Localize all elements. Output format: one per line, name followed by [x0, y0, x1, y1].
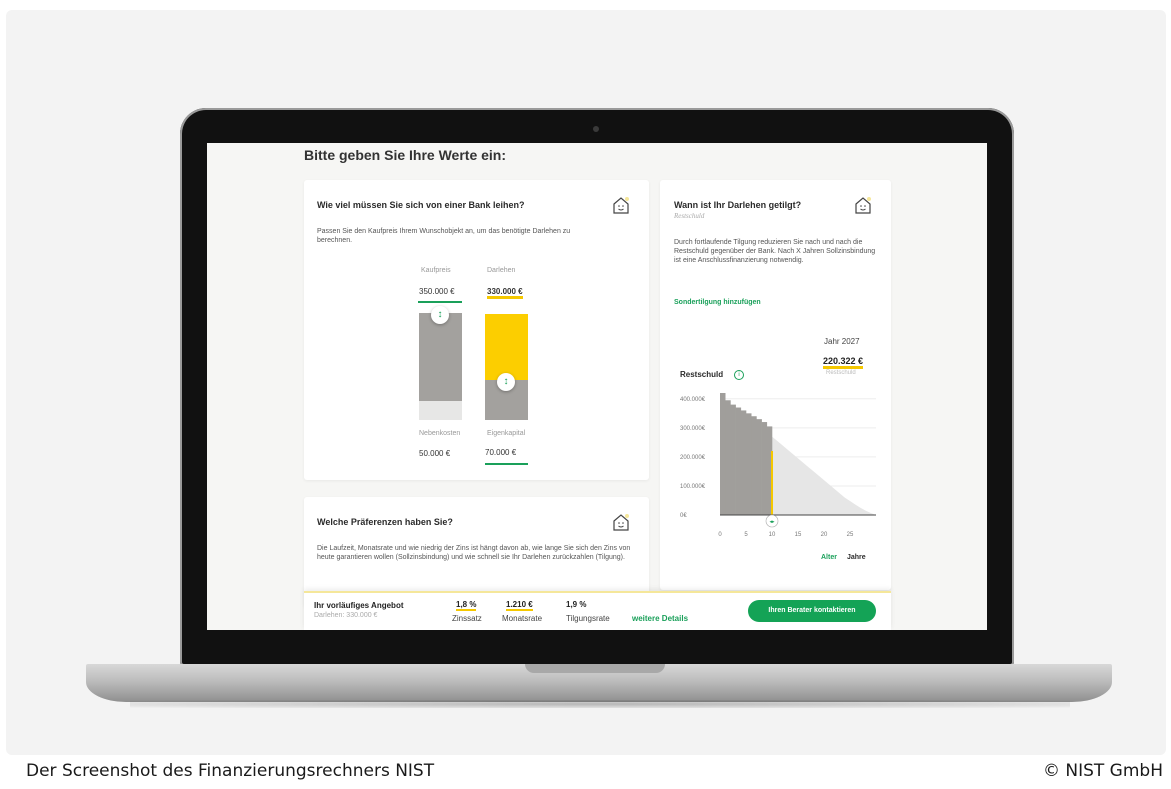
tilgung-value: 1,9 % [566, 600, 587, 609]
eigenkapital-label: Eigenkapital [487, 430, 526, 437]
nebenkosten-value[interactable]: 50.000 € [419, 449, 450, 458]
eigenkapital-underline [485, 463, 528, 465]
debt-bar [720, 393, 726, 515]
nebenkosten-label: Nebenkosten [419, 430, 461, 437]
laptop-notch [525, 664, 665, 673]
rate-value: 1.210 € [506, 600, 533, 611]
house-icon [613, 197, 629, 214]
x-tick-label: 25 [847, 532, 854, 538]
offer-subtitle: Darlehen: 330.000 € [314, 612, 378, 619]
caption-left: Der Screenshot des Finanzierungsrechners… [26, 761, 435, 781]
y-tick-label: 200.000€ [680, 455, 706, 461]
preferences-card-title: Welche Präferenzen haben Sie? [317, 517, 453, 527]
loan-card-title: Wie viel müssen Sie sich von einer Bank … [317, 200, 525, 210]
y-tick-label: 300.000€ [680, 426, 706, 432]
details-link[interactable]: weitere Details [632, 614, 688, 623]
x-tick-label: 10 [769, 532, 776, 538]
offer-title: Ihr vorläufiges Angebot [314, 601, 404, 610]
kaufpreis-label: Kaufpreis [421, 267, 451, 274]
house-icon [613, 514, 629, 531]
chart-label: Restschuld [680, 370, 724, 379]
x-tick-label: 20 [821, 532, 828, 538]
sondertilgung-link[interactable]: Sondertilgung hinzufügen [674, 299, 761, 306]
debt-bar [751, 416, 757, 515]
slider-arrows-icon: ◂▸ [769, 519, 775, 525]
zins-label: Zinssatz [452, 614, 482, 623]
debt-bar [756, 419, 762, 515]
loan-card: Wie viel müssen Sie sich von einer Bank … [304, 180, 649, 480]
kaufpreis-value[interactable]: 350.000 € [419, 287, 455, 296]
loan-card-text: Passen Sie den Kaufpreis Ihrem Wunschobj… [317, 228, 571, 244]
debt-bar [730, 404, 736, 515]
repayment-card: Wann ist Ihr Darlehen getilgt? Restschul… [660, 180, 891, 590]
debt-bar [740, 410, 747, 515]
caption-right: © NIST GmbH [1042, 761, 1163, 781]
rate-label: Monatsrate [502, 614, 543, 623]
kaufpreis-underline [418, 301, 462, 303]
debt-bar [761, 422, 768, 515]
year-value: 220.322 € [823, 356, 864, 369]
offer-bar: Ihr vorläufiges Angebot Darlehen: 330.00… [304, 591, 891, 630]
y-tick-label: 100.000€ [680, 484, 706, 490]
page-title: Bitte geben Sie Ihre Werte ein: [304, 147, 507, 163]
tilgung-label: Tilgungsrate [566, 614, 610, 623]
darlehen-label: Darlehen [487, 267, 516, 274]
y-tick-label: 0€ [680, 513, 687, 519]
preferences-card-text: Die Laufzeit, Monatsrate und wie niedrig… [317, 545, 631, 561]
axis-jahre[interactable]: Jahre [847, 554, 866, 561]
darlehen-value: 330.000 € [487, 287, 523, 299]
kaufpreis-drag-handle[interactable]: ↕ [431, 306, 449, 324]
axis-alter[interactable]: Alter [821, 554, 837, 561]
contact-advisor-button[interactable]: Ihren Berater kontaktieren [748, 600, 876, 622]
repayment-card-title: Wann ist Ihr Darlehen getilgt? [674, 200, 802, 210]
laptop-camera [593, 126, 599, 132]
x-tick-label: 0 [718, 532, 722, 538]
debt-bar [725, 400, 731, 515]
year-label: Jahr 2027 [824, 337, 860, 346]
info-icon[interactable]: i [734, 370, 744, 380]
repayment-card-text: Durch fortlaufende Tilgung reduzieren Si… [674, 239, 876, 264]
x-tick-label: 5 [744, 532, 748, 538]
kaufpreis-bar [419, 313, 462, 401]
year-sub-label: Restschuld [826, 370, 856, 376]
debt-bar [746, 413, 752, 515]
x-tick-label: 15 [795, 532, 802, 538]
laptop-screen: Bitte geben Sie Ihre Werte ein: Wie viel… [207, 143, 987, 630]
house-icon [855, 197, 871, 214]
zins-value: 1,8 % [456, 600, 477, 611]
darlehen-bar [485, 314, 528, 380]
nebenkosten-bar [419, 401, 462, 420]
y-tick-label: 400.000€ [680, 397, 706, 403]
eigenkapital-value[interactable]: 70.000 € [485, 448, 516, 457]
debt-bar [735, 407, 742, 515]
darlehen-drag-handle[interactable]: ↕ [497, 373, 515, 391]
repayment-card-subtitle: Restschuld [674, 212, 705, 220]
laptop-shadow [130, 700, 1070, 708]
